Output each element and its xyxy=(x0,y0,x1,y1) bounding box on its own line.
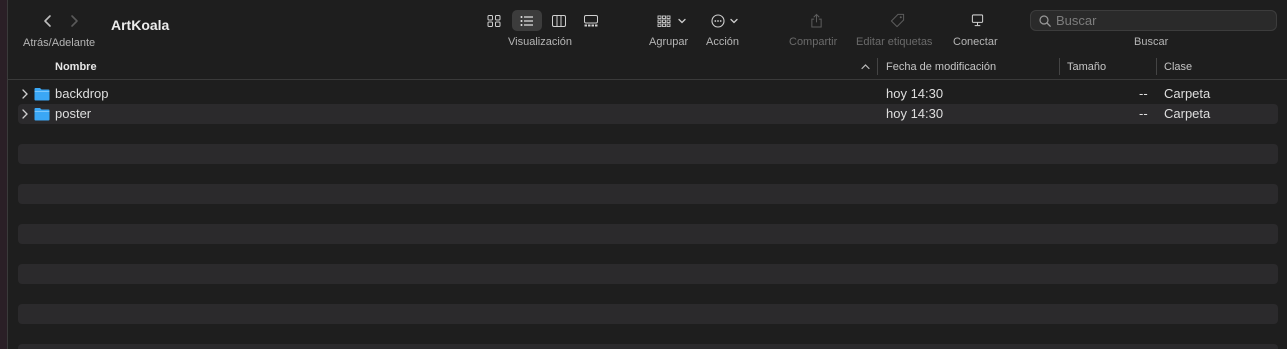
window-left-edge xyxy=(0,0,8,349)
column-divider[interactable] xyxy=(1059,58,1060,75)
disclosure-triangle-icon[interactable] xyxy=(21,108,29,120)
folder-icon xyxy=(34,108,50,121)
file-size: -- xyxy=(1139,106,1148,121)
share-button[interactable] xyxy=(808,10,824,31)
connect-label: Conectar xyxy=(953,36,998,48)
action-label: Acción xyxy=(706,36,740,48)
toolbar: Atrás/Adelante ArtKoala Visualización Ag… xyxy=(8,0,1287,56)
search-field[interactable] xyxy=(1030,10,1277,31)
magnifier-icon xyxy=(1039,15,1051,27)
list-item[interactable]: backdrop hoy 14:30 -- Carpeta xyxy=(18,84,1278,104)
chevron-right-icon xyxy=(71,15,78,27)
monitor-icon xyxy=(971,14,983,27)
file-kind: Carpeta xyxy=(1164,106,1211,121)
chevron-left-icon xyxy=(44,15,51,27)
view-icons-button[interactable] xyxy=(479,10,509,31)
share-label: Compartir xyxy=(789,36,838,48)
column-divider[interactable] xyxy=(1156,58,1157,75)
window-title: ArtKoala xyxy=(111,17,170,33)
empty-row xyxy=(18,264,1278,284)
empty-row xyxy=(18,344,1278,349)
view-columns-button[interactable] xyxy=(544,10,574,31)
empty-row xyxy=(18,184,1278,204)
tags-label: Editar etiquetas xyxy=(856,36,933,48)
disclosure-triangle-icon[interactable] xyxy=(21,88,29,100)
empty-row xyxy=(18,224,1278,244)
column-name[interactable]: Nombre xyxy=(55,59,97,76)
group-icon xyxy=(657,15,686,27)
column-modified[interactable]: Fecha de modificación xyxy=(886,59,996,76)
empty-row xyxy=(18,144,1278,164)
tag-icon xyxy=(890,13,904,28)
file-kind: Carpeta xyxy=(1164,86,1211,101)
file-modified: hoy 14:30 xyxy=(886,86,944,101)
empty-row xyxy=(18,304,1278,324)
search-input[interactable] xyxy=(1056,12,1271,29)
group-label: Agrupar xyxy=(649,36,689,48)
column-size[interactable]: Tamaño xyxy=(1067,59,1106,76)
file-name: backdrop xyxy=(55,86,109,101)
tags-button[interactable] xyxy=(888,10,906,31)
group-button[interactable] xyxy=(656,10,688,31)
column-divider[interactable] xyxy=(877,58,878,75)
sort-ascending-icon xyxy=(861,64,870,70)
gallery-icon xyxy=(584,14,598,26)
view-label: Visualización xyxy=(508,36,573,48)
view-gallery-button[interactable] xyxy=(576,10,606,31)
ellipsis-circle-icon xyxy=(711,13,738,28)
share-icon xyxy=(810,13,822,28)
file-name: poster xyxy=(55,106,92,121)
finder-window: Atrás/Adelante ArtKoala Visualización Ag… xyxy=(0,0,1287,349)
list-icon xyxy=(520,15,533,26)
column-header: Nombre Fecha de modificación Tamaño Clas… xyxy=(8,56,1287,80)
action-button[interactable] xyxy=(710,10,742,31)
list-item[interactable]: poster hoy 14:30 -- Carpeta xyxy=(18,104,1278,124)
columns-icon xyxy=(552,14,566,27)
file-size: -- xyxy=(1139,86,1148,101)
column-kind[interactable]: Clase xyxy=(1164,59,1192,76)
nav-label: Atrás/Adelante xyxy=(23,37,96,49)
search-label: Buscar xyxy=(1134,36,1169,48)
connect-button[interactable] xyxy=(969,10,985,31)
file-modified: hoy 14:30 xyxy=(886,106,944,121)
grid-icon xyxy=(487,14,501,27)
view-list-button[interactable] xyxy=(512,10,542,31)
folder-icon xyxy=(34,88,50,101)
back-button[interactable] xyxy=(37,10,59,32)
forward-button[interactable] xyxy=(63,10,85,32)
